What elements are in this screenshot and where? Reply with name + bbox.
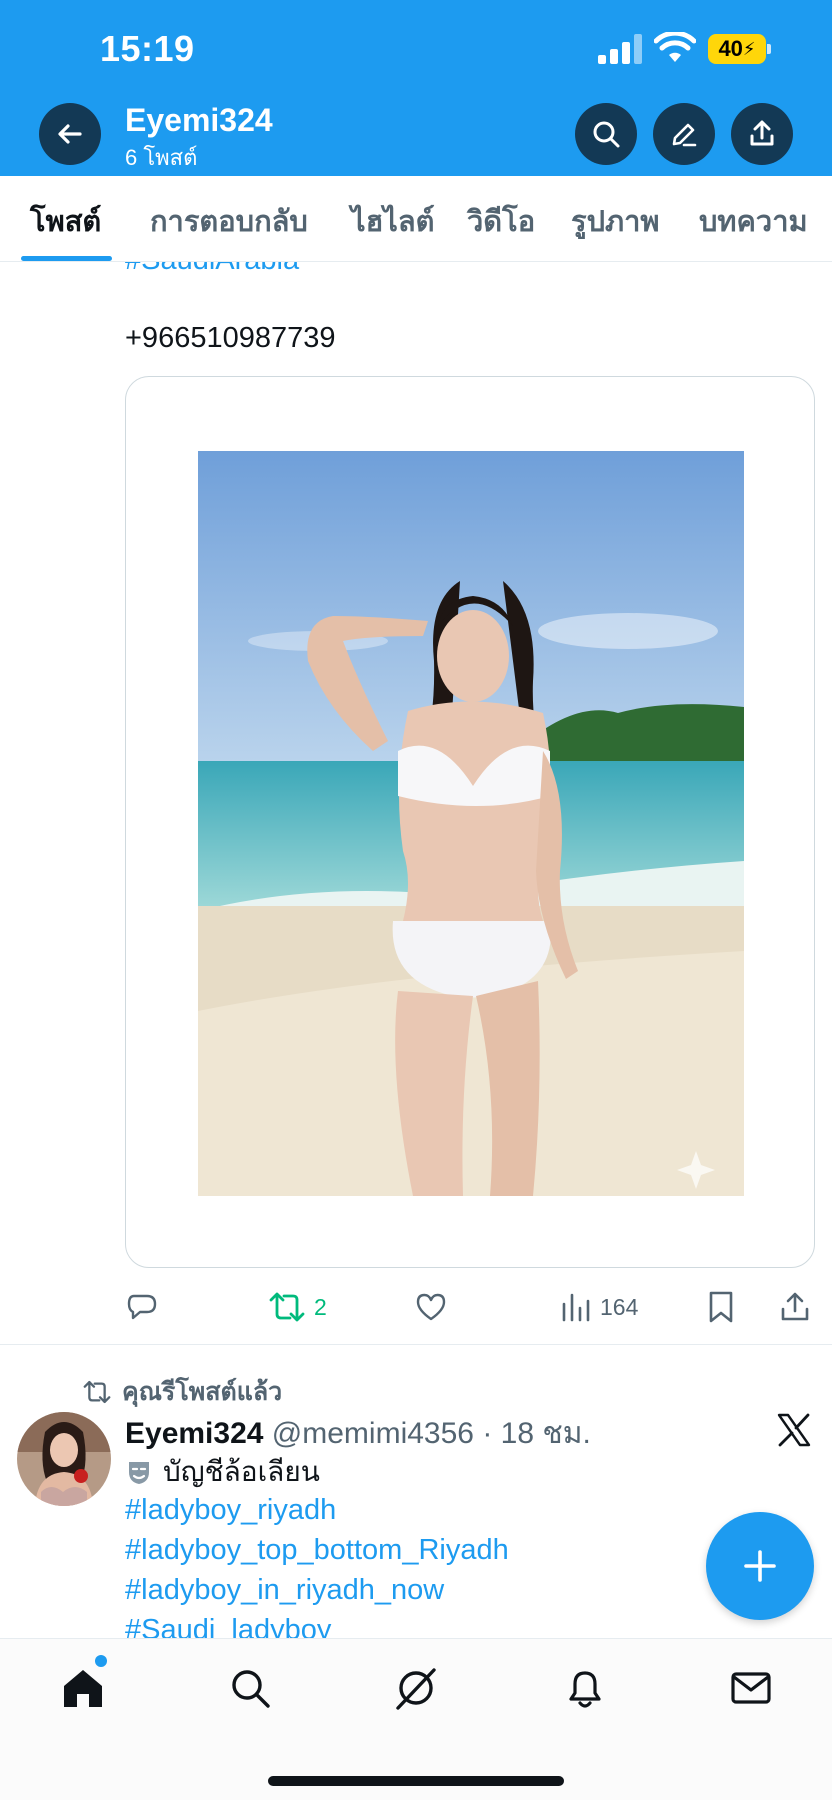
- tab-videos[interactable]: วิดีโอ: [467, 198, 535, 244]
- post-hashtags: #ladyboy_riyadh #ladyboy_top_bottom_Riya…: [125, 1490, 509, 1638]
- share-icon: [781, 1292, 809, 1321]
- tab-articles[interactable]: บทความ: [699, 198, 808, 244]
- home-icon: [64, 1670, 102, 1707]
- header-post-count: 6 โพสต์: [125, 145, 198, 170]
- theater-mask-icon: [129, 1462, 149, 1484]
- profile-header: 15:19 40 ⚡ Eyemi324 6 โพสต์: [0, 0, 832, 176]
- post-time: 18 ชม.: [500, 1417, 591, 1450]
- nav-messages[interactable]: [726, 1663, 776, 1713]
- avatar[interactable]: [17, 1412, 111, 1506]
- repost-indicator: คุณรีโพสต์แล้ว: [82, 1372, 282, 1412]
- views-button[interactable]: 164: [560, 1290, 638, 1324]
- header-profile-name: Eyemi324: [125, 102, 273, 138]
- hashtag-link[interactable]: #Saudi_ladyboy: [125, 1610, 509, 1638]
- repost-label: คุณรีโพสต์แล้ว: [122, 1378, 283, 1406]
- signal-icon: [598, 34, 644, 64]
- author-handle[interactable]: @memimi4356: [272, 1417, 474, 1450]
- profile-tabs: โพสต์ การตอบกลับ ไฮไลต์ วิดีโอ รูปภาพ บท…: [0, 176, 832, 262]
- search-icon: [232, 1670, 270, 1708]
- status-bar: 15:19 40 ⚡: [0, 0, 832, 100]
- like-button[interactable]: [414, 1290, 448, 1324]
- compose-button[interactable]: [706, 1512, 814, 1620]
- views-icon: [562, 1293, 590, 1322]
- views-count: 164: [600, 1293, 639, 1320]
- nav-notifications[interactable]: [560, 1663, 610, 1713]
- battery-tip: [767, 44, 771, 54]
- nav-search[interactable]: [225, 1663, 275, 1713]
- reply-icon: [127, 1294, 157, 1320]
- post-photo[interactable]: [198, 451, 744, 1196]
- wifi-icon: [654, 32, 696, 62]
- hashtag-link[interactable]: #ladyboy_in_riyadh_now: [125, 1570, 509, 1610]
- tab-highlights[interactable]: ไฮไลต์: [351, 198, 434, 244]
- bookmark-button[interactable]: [706, 1290, 736, 1324]
- share-icon: [750, 120, 774, 146]
- timeline: #SaudiArabia +966510987739: [0, 262, 832, 1638]
- share-button[interactable]: [731, 103, 793, 165]
- post-action-bar: 2 164: [0, 1280, 832, 1344]
- hashtag-link[interactable]: #ladyboy_riyadh: [125, 1490, 509, 1530]
- tab-posts[interactable]: โพสต์: [30, 198, 101, 244]
- battery-icon: 40 ⚡: [708, 34, 766, 64]
- post-divider: [0, 1344, 832, 1345]
- nav-grok[interactable]: [391, 1663, 441, 1713]
- search-button[interactable]: [575, 103, 637, 165]
- bookmark-icon: [709, 1291, 733, 1323]
- tab-photos[interactable]: รูปภาพ: [571, 198, 660, 244]
- plus-icon: [744, 1550, 776, 1582]
- edit-icon: [672, 123, 697, 147]
- like-icon: [416, 1293, 446, 1321]
- battery-level: 40: [718, 36, 743, 61]
- x-logo-icon[interactable]: [776, 1412, 812, 1448]
- notification-dot: [95, 1655, 107, 1667]
- tab-active-indicator: [21, 256, 112, 261]
- hashtag-link[interactable]: #ladyboy_top_bottom_Riyadh: [125, 1530, 509, 1570]
- status-time: 15:19: [100, 28, 195, 69]
- back-button[interactable]: [39, 103, 101, 165]
- notifications-icon: [569, 1671, 601, 1708]
- messages-icon: [731, 1672, 771, 1704]
- hashtag-link[interactable]: #SaudiArabia: [125, 262, 299, 277]
- retweet-count: 2: [314, 1293, 327, 1320]
- search-icon: [593, 121, 620, 148]
- tab-replies[interactable]: การตอบกลับ: [150, 198, 308, 244]
- retweet-button[interactable]: 2: [268, 1290, 327, 1324]
- retweet-icon: [269, 1292, 305, 1322]
- grok-icon: [396, 1668, 436, 1710]
- back-arrow-icon: [58, 124, 82, 144]
- post-phone-number: +966510987739: [125, 322, 336, 354]
- home-indicator: [268, 1776, 564, 1786]
- retweet-icon: [83, 1380, 111, 1404]
- author-name[interactable]: Eyemi324: [125, 1417, 263, 1450]
- bottom-navigation: [0, 1638, 832, 1800]
- edit-button[interactable]: [653, 103, 715, 165]
- share-post-button[interactable]: [778, 1290, 812, 1324]
- parody-label: บัญชีล้อเลียน: [163, 1456, 320, 1487]
- meta-separator: ·: [482, 1417, 493, 1450]
- nav-home[interactable]: [58, 1663, 108, 1713]
- reply-button[interactable]: [125, 1290, 159, 1324]
- parody-badge: บัญชีล้อเลียน: [125, 1450, 320, 1494]
- post-media-card[interactable]: [125, 376, 815, 1268]
